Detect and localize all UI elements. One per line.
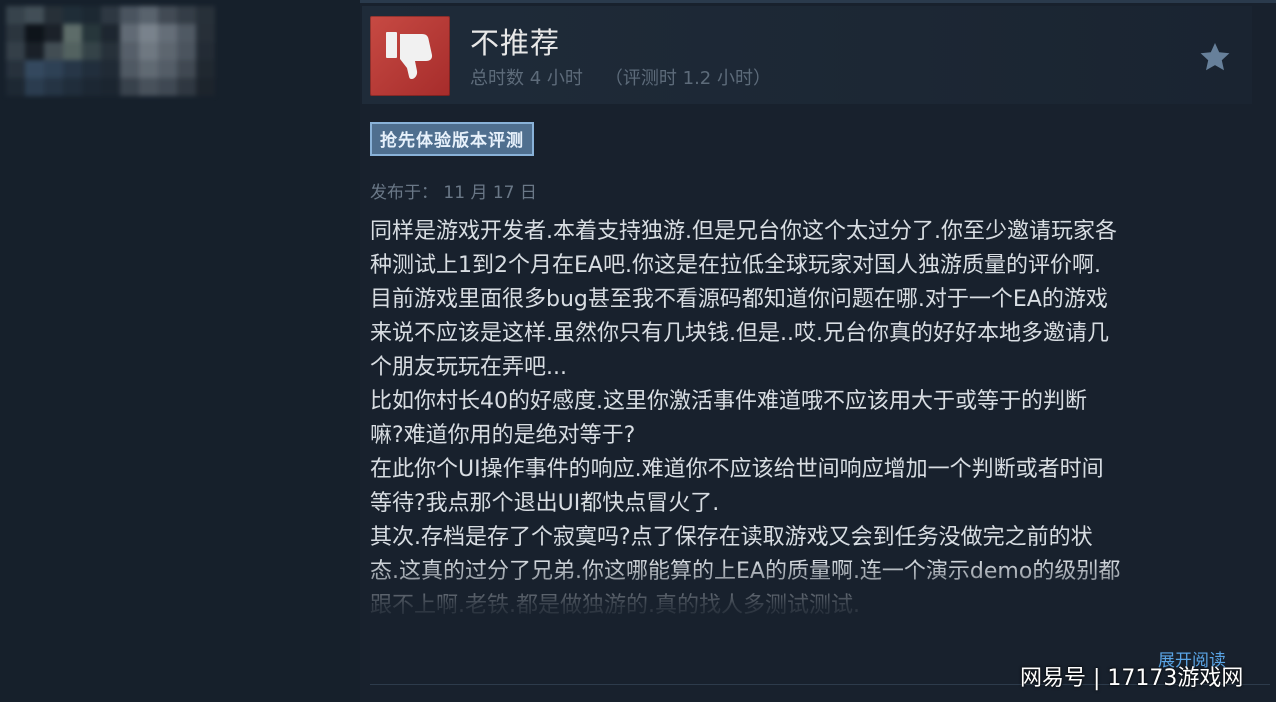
review-text-line: 其次.存档是存了个寂寞吗?点了保存在读取游戏又会到任务没做完之前的状 bbox=[370, 525, 1093, 550]
playtime-info: 总时数 4 小时 （评测时 1.2 小时） bbox=[470, 64, 771, 90]
review-text-line: 比如你村长40的好感度.这里你激活事件难道哦不应该用大于或等于的判断 bbox=[370, 389, 1087, 414]
steam-review-page: 不推荐 总时数 4 小时 （评测时 1.2 小时） 抢先体验版本评测 发布于： 1… bbox=[0, 0, 1276, 702]
review-text-line: 态.这真的过分了兄弟.你这哪能算的上EA的质量啊.连一个演示demo的级别都 bbox=[370, 559, 1121, 584]
review-text-line: 嘛?难道你用的是绝对等于? bbox=[370, 423, 636, 448]
source-watermark: 网易号 | 17173游戏网 bbox=[1020, 666, 1244, 691]
total-hours: 总时数 4 小时 bbox=[470, 68, 583, 89]
thumbs-down-icon bbox=[370, 16, 450, 96]
review-text-line: 目前游戏里面很多bug甚至我不看源码都知道你问题在哪.对于一个EA的游戏 bbox=[370, 287, 1108, 312]
blurred-user-avatar[interactable] bbox=[6, 6, 216, 98]
review-text-line: 个朋友玩玩在弄吧... bbox=[370, 355, 567, 380]
review-body: 同样是游戏开发者.本着支持独游.但是兄台你这个太过分了.你至少邀请玩家各 种测试… bbox=[370, 215, 1256, 623]
review-text-line: 在此你个UI操作事件的响应.难道你不应该给世间响应增加一个判断或者时间 bbox=[370, 457, 1104, 482]
review-verdict: 不推荐 bbox=[470, 26, 561, 60]
review-text-line: 来说不应该是这样.虽然你只有几块钱.但是..哎.兄台你真的好好本地多邀请几 bbox=[370, 321, 1109, 346]
review-text-line: 同样是游戏开发者.本着支持独游.但是兄台你这个太过分了.你至少邀请玩家各 bbox=[370, 219, 1117, 244]
posted-date: 发布于： 11 月 17 日 bbox=[370, 183, 537, 203]
review-text-line: 等待?我点那个退出UI都快点冒火了. bbox=[370, 491, 720, 516]
award-star-icon[interactable] bbox=[1198, 40, 1232, 74]
author-column bbox=[0, 0, 360, 702]
review-header: 不推荐 总时数 4 小时 （评测时 1.2 小时） bbox=[362, 6, 1252, 104]
hours-at-review: （评测时 1.2 小时） bbox=[604, 68, 771, 89]
review-text-line: 跟不上啊.老铁.都是做独游的.真的找人多测试测试. bbox=[370, 593, 860, 618]
early-access-badge: 抢先体验版本评测 bbox=[370, 122, 534, 156]
review-text-line: 种测试上1到2个月在EA吧.你这是在拉低全球玩家对国人独游质量的评价啊. bbox=[370, 253, 1101, 278]
